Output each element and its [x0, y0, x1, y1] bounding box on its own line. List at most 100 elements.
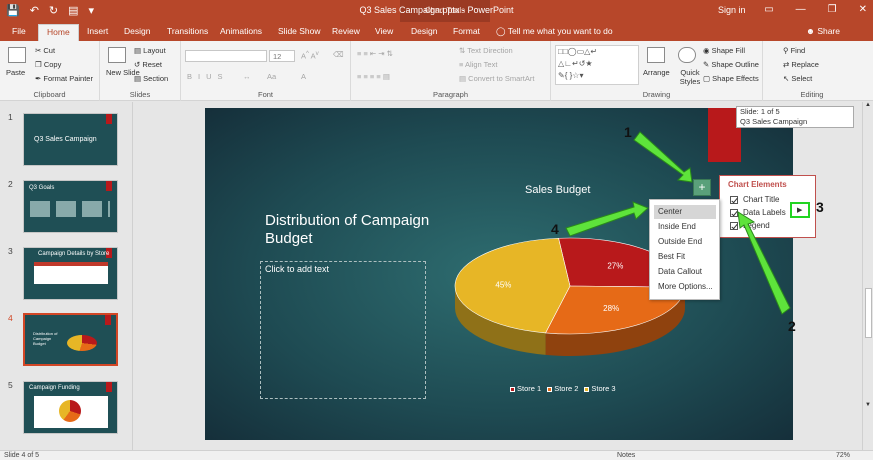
paragraph-group: ≡ ≡ ⇤ ⇥ ⇅ ≡ ≡ ≡ ≡ ▤ ⇅ Text Direction ≡ A… — [351, 41, 551, 101]
sign-in-link[interactable]: Sign in — [718, 5, 746, 15]
menu-item-center[interactable]: Center — [658, 207, 682, 216]
arrange-button[interactable]: Arrange — [643, 68, 670, 77]
effects-icon: ▢ — [703, 74, 713, 83]
change-case-icon[interactable]: Aa — [267, 72, 276, 81]
data-labels-submenu-arrow[interactable]: ▶ — [790, 202, 810, 218]
restore-icon[interactable]: ❐ — [828, 4, 837, 15]
reset-button[interactable]: ↺ Reset — [134, 60, 162, 69]
chart-elements-header: Chart Elements — [728, 180, 787, 189]
section-button[interactable]: ▤ Section — [134, 74, 168, 83]
slide-thumbnail-2[interactable]: Q3 Goals — [23, 180, 118, 233]
tab-transitions[interactable]: Transitions — [167, 26, 208, 36]
content-placeholder[interactable]: Click to add text — [260, 261, 426, 399]
chart-elements-plus-button[interactable]: + — [693, 179, 711, 196]
copy-label: Copy — [43, 60, 62, 69]
char-spacing-icon[interactable]: ↔ — [243, 72, 251, 81]
slide-thumbnail-3[interactable]: Campaign Details by Store — [23, 247, 118, 300]
menu-item-inside-end[interactable]: Inside End — [658, 222, 696, 231]
shape-outline-button[interactable]: ✎ Shape Outline — [703, 60, 759, 69]
menu-item-data-callout[interactable]: Data Callout — [658, 267, 702, 276]
cut-button[interactable]: ✂ Cut — [35, 46, 55, 55]
tab-animations[interactable]: Animations — [220, 26, 262, 36]
clear-formatting-icon[interactable]: ⌫ — [333, 50, 344, 59]
paint-bucket-icon: ◉ — [703, 46, 712, 55]
copy-button[interactable]: ❐ Copy — [35, 60, 61, 69]
slide-thumbnail-4[interactable]: Distribution of Campaign Budget — [23, 313, 118, 366]
slide-thumbnail-1[interactable]: Q3 Sales Campaign — [23, 113, 118, 166]
menu-item-more-options[interactable]: More Options... — [658, 282, 713, 291]
font-style-buttons[interactable]: BIUS — [187, 72, 229, 81]
tab-slide-show[interactable]: Slide Show — [278, 26, 321, 36]
tab-chart-design[interactable]: Design — [411, 26, 437, 36]
tab-view[interactable]: View — [375, 26, 393, 36]
paste-button[interactable]: Paste — [6, 68, 25, 77]
close-icon[interactable]: ✕ — [859, 4, 867, 15]
check-icon — [730, 208, 738, 217]
thumb-number: 3 — [8, 246, 13, 256]
pie-data-label-3[interactable]: 45% — [495, 280, 511, 289]
thumb-title: Campaign Details by Store — [38, 251, 110, 257]
quick-styles-button[interactable]: Quick Styles — [675, 68, 705, 86]
notes-button[interactable]: Notes — [617, 452, 635, 459]
text-direction-label: Text Direction — [467, 46, 513, 55]
scroll-down-icon[interactable]: ▼ — [865, 402, 871, 408]
align-text-button[interactable]: ≡ Align Text — [459, 60, 497, 69]
shape-effects-button[interactable]: ▢ Shape Effects — [703, 74, 759, 83]
section-icon: ▤ — [134, 74, 144, 83]
font-size-input[interactable]: 12 — [269, 50, 295, 62]
pie-data-label-1[interactable]: 27% — [607, 262, 623, 271]
new-slide-icon[interactable] — [108, 47, 126, 63]
text-direction-button[interactable]: ⇅ Text Direction — [459, 46, 513, 55]
font-size-buttons[interactable]: A^ Av — [301, 50, 319, 61]
share-button[interactable]: ☻ Share — [806, 26, 840, 36]
font-color-icon[interactable]: A — [301, 72, 306, 81]
chart-legend[interactable]: Store 1 Store 2 Store 3 — [510, 384, 616, 393]
vertical-scrollbar[interactable]: ▲ ▼ — [862, 102, 873, 450]
convert-smartart-button[interactable]: ▤ Convert to SmartArt — [459, 74, 534, 83]
menu-item-best-fit[interactable]: Best Fit — [658, 252, 685, 261]
minimize-icon[interactable]: — — [796, 4, 806, 15]
paste-icon[interactable] — [8, 47, 26, 63]
layout-label: Layout — [143, 46, 166, 55]
arrange-icon[interactable] — [647, 47, 665, 63]
font-name-input[interactable] — [185, 50, 267, 62]
chart-title[interactable]: Sales Budget — [525, 184, 590, 196]
pie-data-label-2[interactable]: 28% — [603, 304, 619, 313]
slide-thumbnail-5[interactable]: Campaign Funding — [23, 381, 118, 434]
find-button[interactable]: ⚲ Find — [783, 46, 805, 55]
scroll-up-icon[interactable]: ▲ — [865, 102, 871, 108]
slides-group: New Slide ▤ Layout ↺ Reset ▤ Section Sli… — [100, 41, 181, 101]
slide-title[interactable]: Distribution of Campaign Budget — [265, 212, 465, 248]
section-label: Section — [143, 74, 169, 83]
slides-group-label: Slides — [129, 90, 151, 99]
legend-item-store-2: Store 2 — [547, 384, 578, 393]
tooltip-line-1: Slide: 1 of 5 — [740, 107, 780, 116]
tab-review[interactable]: Review — [332, 26, 360, 36]
scroll-thumb[interactable] — [865, 288, 872, 338]
zoom-level[interactable]: 72% — [836, 452, 850, 459]
replace-button[interactable]: ⇄ Replace — [783, 60, 819, 69]
layout-button[interactable]: ▤ Layout — [134, 46, 166, 55]
menu-item-outside-end[interactable]: Outside End — [658, 237, 702, 246]
data-labels-checkbox[interactable]: Data Labels — [730, 208, 786, 217]
tab-home[interactable]: Home — [38, 24, 79, 41]
tab-file[interactable]: File — [12, 26, 26, 36]
shapes-gallery[interactable]: □□◯▭△↵ △∟↵↺★ ✎{ }☆▾ — [555, 45, 639, 85]
alignment-icons[interactable]: ≡ ≡ ≡ ≡ ▤ — [357, 72, 390, 81]
shape-fill-button[interactable]: ◉ Shape Fill — [703, 46, 745, 55]
thumb-number: 2 — [8, 179, 13, 189]
bullets-icon[interactable]: ≡ ≡ ⇤ ⇥ ⇅ — [357, 49, 393, 58]
format-painter-button[interactable]: ✒ Format Painter — [35, 74, 93, 83]
ribbon-display-options-icon[interactable]: ▭ — [764, 4, 773, 15]
select-button[interactable]: ↖ Select — [783, 74, 812, 83]
quick-styles-icon[interactable] — [678, 47, 696, 63]
format-painter-label: Format Painter — [43, 74, 93, 83]
drawing-group: □□◯▭△↵ △∟↵↺★ ✎{ }☆▾ Arrange Quick Styles ◉… — [551, 41, 763, 101]
chart-title-checkbox[interactable]: Chart Title — [730, 195, 779, 204]
slide-scroll-tooltip: Slide: 1 of 5 Q3 Sales Campaign — [736, 106, 854, 128]
tab-chart-format[interactable]: Format — [453, 26, 480, 36]
tell-me-search[interactable]: ◯ Tell me what you want to do — [496, 26, 613, 37]
tab-design[interactable]: Design — [124, 26, 150, 36]
tab-insert[interactable]: Insert — [87, 26, 108, 36]
legend-checkbox[interactable]: Legend — [730, 221, 770, 230]
